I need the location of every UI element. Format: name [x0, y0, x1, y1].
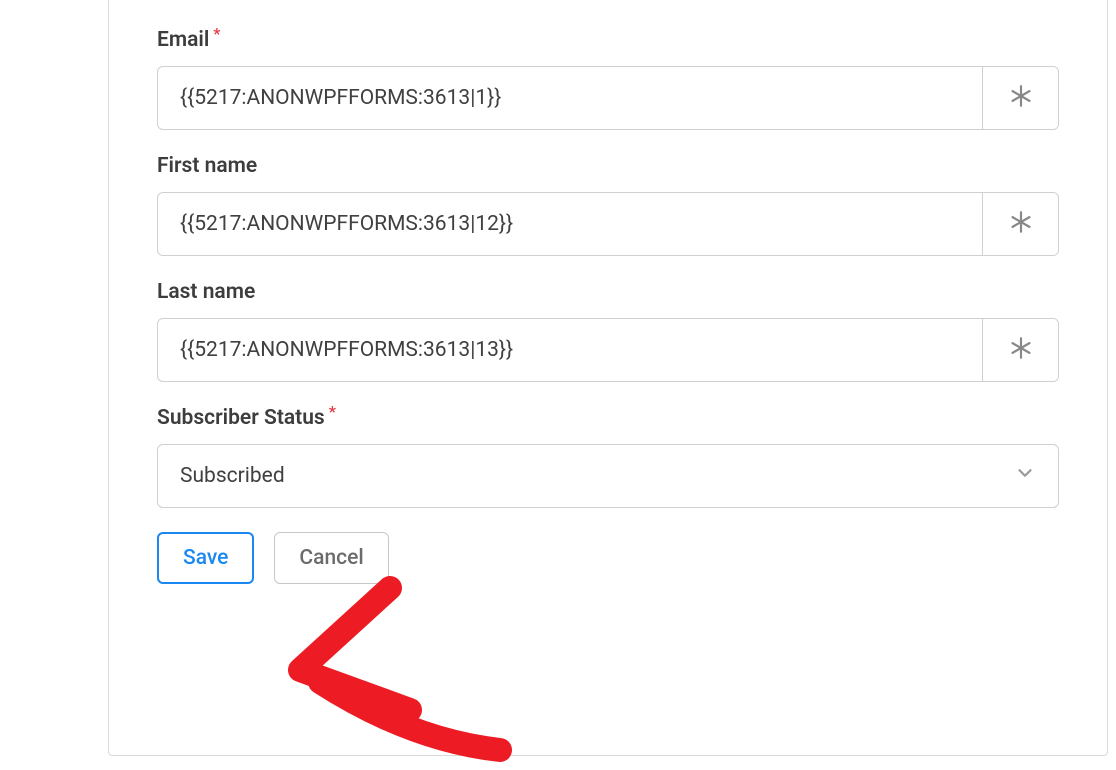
email-input[interactable]	[158, 67, 982, 129]
status-label-text: Subscriber Status	[157, 406, 325, 430]
lastname-input[interactable]	[158, 319, 982, 381]
required-indicator: *	[213, 26, 220, 42]
lastname-label-text: Last name	[157, 280, 255, 304]
email-tag-picker[interactable]	[982, 67, 1058, 129]
cancel-button[interactable]: Cancel	[274, 532, 388, 584]
firstname-label: First name	[157, 154, 1059, 178]
email-input-row	[157, 66, 1059, 130]
firstname-group: First name	[157, 154, 1059, 256]
firstname-input-row	[157, 192, 1059, 256]
lastname-group: Last name	[157, 280, 1059, 382]
chevron-down-icon	[1014, 462, 1036, 490]
status-label: Subscriber Status *	[157, 406, 1059, 430]
firstname-input[interactable]	[158, 193, 982, 255]
status-group: Subscriber Status * Subscribed	[157, 406, 1059, 508]
email-group: Email *	[157, 28, 1059, 130]
firstname-label-text: First name	[157, 154, 257, 178]
lastname-label: Last name	[157, 280, 1059, 304]
required-indicator: *	[329, 404, 336, 420]
status-selected-value: Subscribed	[180, 464, 285, 488]
asterisk-icon	[1008, 209, 1034, 239]
email-label-text: Email	[157, 28, 209, 52]
status-select[interactable]: Subscribed	[157, 444, 1059, 508]
lastname-tag-picker[interactable]	[982, 319, 1058, 381]
save-button[interactable]: Save	[157, 532, 254, 584]
asterisk-icon	[1008, 83, 1034, 113]
form-panel: Email * First name	[108, 0, 1108, 756]
lastname-input-row	[157, 318, 1059, 382]
action-row: Save Cancel	[157, 532, 1059, 584]
email-label: Email *	[157, 28, 1059, 52]
asterisk-icon	[1008, 335, 1034, 365]
firstname-tag-picker[interactable]	[982, 193, 1058, 255]
